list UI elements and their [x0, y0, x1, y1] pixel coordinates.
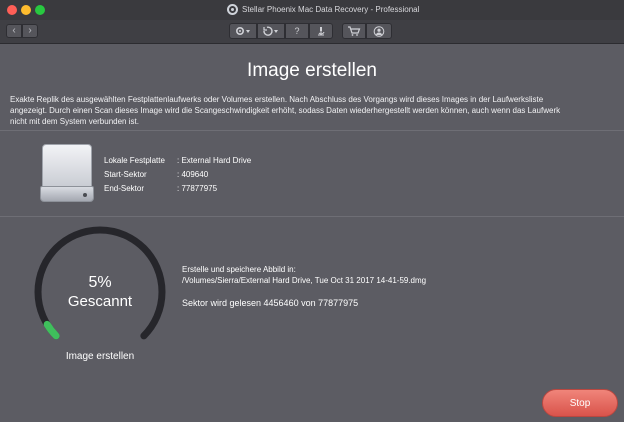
title-bar: Stellar Phoenix Mac Data Recovery - Prof…	[0, 0, 624, 20]
buy-button[interactable]	[342, 23, 366, 39]
end-sector-label: End-Sektor	[104, 184, 145, 193]
history-button[interactable]	[257, 23, 285, 39]
drive-label: Lokale Festplatte	[104, 156, 165, 165]
window-title: Stellar Phoenix Mac Data Recovery - Prof…	[242, 5, 420, 14]
start-sector-value: : 409640	[177, 170, 209, 179]
drive-value: : External Hard Drive	[177, 156, 252, 165]
page-title: Image erstellen	[247, 60, 377, 81]
sector-progress-text: Sektor wird gelesen 4456460 von 77877975	[182, 298, 359, 308]
divider	[0, 216, 624, 217]
history-icon	[263, 26, 278, 36]
status-heading: Erstelle und speichere Abbild in:	[182, 265, 296, 274]
hard-drive-icon	[40, 144, 96, 204]
help-button[interactable]: ?	[285, 23, 309, 39]
start-sector-label: Start-Sektor	[104, 170, 147, 179]
minimize-window-button[interactable]	[21, 5, 31, 15]
gear-icon	[235, 26, 250, 36]
settings-button[interactable]	[229, 23, 257, 39]
back-icon: ‹	[12, 25, 16, 36]
preview-button[interactable]	[309, 23, 333, 39]
account-button[interactable]	[366, 23, 392, 39]
gauge-fill	[43, 320, 60, 340]
zoom-window-button[interactable]	[35, 5, 45, 15]
end-sector-value: : 77877975	[177, 184, 218, 193]
account-icon	[373, 26, 385, 37]
stop-button[interactable]: Stop	[542, 389, 618, 417]
cart-icon	[348, 26, 361, 36]
forward-icon: ›	[28, 25, 32, 36]
close-window-button[interactable]	[7, 5, 17, 15]
progress-status-word: Gescannt	[67, 293, 133, 310]
divider	[0, 130, 624, 131]
back-button[interactable]: ‹	[6, 24, 22, 38]
status-path: /Volumes/Sierra/External Hard Drive, Tue…	[182, 276, 427, 285]
progress-percent: 5%	[88, 274, 112, 291]
page-description: Exakte Replik des ausgewählten Festplatt…	[10, 95, 561, 126]
toolbar: ‹ › ?	[0, 20, 624, 44]
app-logo-icon	[227, 4, 238, 15]
microscope-icon	[318, 27, 325, 36]
forward-button[interactable]: ›	[22, 24, 38, 38]
help-icon: ?	[294, 26, 300, 36]
progress-caption: Image erstellen	[65, 351, 135, 362]
